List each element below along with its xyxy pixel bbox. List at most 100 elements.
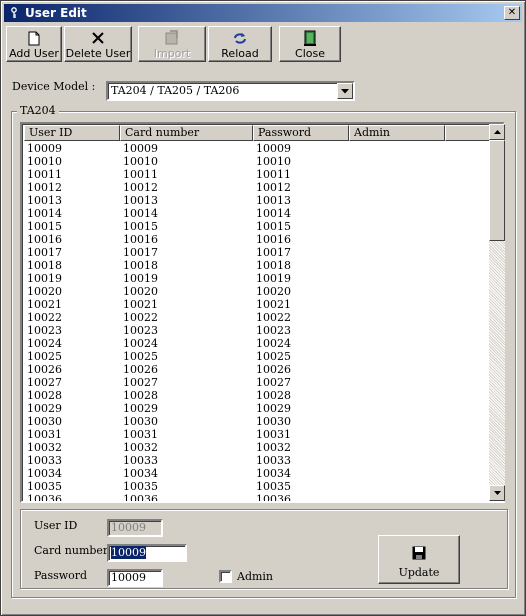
table-row[interactable]: 10031 10031 10031 [24, 428, 489, 441]
update-button[interactable]: Update [378, 535, 460, 584]
table-row[interactable]: 10014 10014 10014 [24, 207, 489, 220]
table-row[interactable]: 10022 10022 10022 [24, 311, 489, 324]
password-field[interactable]: 10009 [107, 569, 163, 587]
table-row[interactable]: 10018 10018 10018 [24, 259, 489, 272]
table-row[interactable]: 10011 10011 10011 [24, 168, 489, 181]
table-row[interactable]: 10032 10032 10032 [24, 441, 489, 454]
table-cell: 10036 [123, 493, 158, 502]
table-cell: 10022 [27, 311, 62, 324]
table-cell [349, 428, 445, 441]
table-row[interactable]: 10010 10010 10010 [24, 155, 489, 168]
app-key-icon [6, 5, 22, 21]
table-row[interactable]: 10029 10029 10029 [24, 402, 489, 415]
table-cell: 10027 [123, 376, 158, 389]
table-row[interactable]: 10030 10030 10030 [24, 415, 489, 428]
password-value: 10009 [111, 571, 146, 584]
table-row[interactable]: 10015 10015 10015 [24, 220, 489, 233]
table-cell [349, 493, 445, 501]
table-cell [349, 376, 445, 389]
table-cell: 10029 [123, 402, 158, 415]
delete-user-button[interactable]: Delete User [64, 26, 132, 62]
vertical-scrollbar[interactable] [489, 124, 505, 501]
table-cell: 10035 [123, 480, 158, 493]
table-cell: 10032 [256, 441, 291, 454]
table-cell [349, 337, 445, 350]
col-admin[interactable]: Admin [349, 125, 445, 141]
scroll-up-button[interactable] [489, 124, 505, 140]
table-cell [349, 467, 445, 480]
table-row[interactable]: 10009 10009 10009 [24, 142, 489, 155]
table-cell: 10018 [123, 259, 158, 272]
admin-checkbox-label[interactable]: Admin [237, 570, 273, 583]
table-cell [349, 207, 445, 220]
table-cell [349, 311, 445, 324]
table-row[interactable]: 10034 10034 10034 [24, 467, 489, 480]
table-row[interactable]: 10035 10035 10035 [24, 480, 489, 493]
table-cell: 10013 [256, 194, 291, 207]
close-label: Close [295, 47, 325, 60]
table-cell: 10025 [27, 350, 62, 363]
table-cell [349, 194, 445, 207]
table-row[interactable]: 10023 10023 10023 [24, 324, 489, 337]
table-row[interactable]: 10028 10028 10028 [24, 389, 489, 402]
import-icon [164, 29, 180, 47]
reload-button[interactable]: Reload [208, 26, 272, 62]
table-cell [349, 168, 445, 181]
table-row[interactable]: 10033 10033 10033 [24, 454, 489, 467]
table-cell: 10014 [27, 207, 62, 220]
table-cell: 10033 [27, 454, 62, 467]
add-user-button[interactable]: Add User [6, 26, 62, 62]
col-user-id[interactable]: User ID [24, 125, 120, 141]
table-row[interactable]: 10025 10025 10025 [24, 350, 489, 363]
reload-icon [232, 29, 248, 47]
table-cell: 10026 [123, 363, 158, 376]
table-cell [349, 285, 445, 298]
window-close-button[interactable]: ✕ [504, 6, 520, 20]
list-body: 10009 10009 10009 10010 10010 10010 10011 10011… [24, 142, 489, 502]
table-row[interactable]: 10013 10013 10013 [24, 194, 489, 207]
table-row[interactable]: 10019 10019 10019 [24, 272, 489, 285]
table-cell: 10025 [256, 350, 291, 363]
table-row[interactable]: 10021 10021 10021 [24, 298, 489, 311]
table-row[interactable]: 10036 10036 10036 [24, 493, 489, 502]
table-cell [349, 324, 445, 337]
table-cell: 10013 [27, 194, 62, 207]
table-cell: 10036 [27, 493, 62, 502]
table-row[interactable]: 10012 10012 10012 [24, 181, 489, 194]
table-cell: 10033 [256, 454, 291, 467]
table-row[interactable]: 10020 10020 10020 [24, 285, 489, 298]
card-number-label: Card number [34, 544, 109, 557]
group-title: TA204 [17, 104, 59, 117]
title-bar[interactable]: User Edit ✕ [4, 4, 522, 22]
table-cell: 10030 [123, 415, 158, 428]
card-number-value: 10009 [111, 546, 146, 559]
dropdown-arrow-button[interactable] [337, 83, 353, 99]
table-cell [349, 220, 445, 233]
col-card-number[interactable]: Card number [120, 125, 253, 141]
table-row[interactable]: 10017 10017 10017 [24, 246, 489, 259]
table-row[interactable]: 10016 10016 10016 [24, 233, 489, 246]
admin-checkbox[interactable] [219, 570, 232, 583]
scroll-down-button[interactable] [489, 485, 505, 501]
window-title: User Edit [25, 6, 87, 20]
table-cell: 10028 [27, 389, 62, 402]
table-cell: 10016 [123, 233, 158, 246]
user-list[interactable]: User ID Card number Password Admin 10009… [20, 122, 505, 503]
user-id-label: User ID [34, 519, 78, 532]
user-edit-window: User Edit ✕ Add User Delete User Import [0, 0, 526, 616]
device-model-select[interactable]: TA204 / TA205 / TA206 [106, 81, 355, 101]
import-label: Import [153, 47, 191, 60]
table-cell: 10029 [27, 402, 62, 415]
table-cell: 10011 [123, 168, 158, 181]
close-button[interactable]: Close [279, 26, 341, 62]
table-cell: 10017 [256, 246, 291, 259]
table-row[interactable]: 10024 10024 10024 [24, 337, 489, 350]
scroll-thumb[interactable] [489, 140, 505, 241]
table-cell: 10026 [27, 363, 62, 376]
table-row[interactable]: 10027 10027 10027 [24, 376, 489, 389]
import-button[interactable]: Import [138, 26, 206, 62]
table-cell: 10035 [256, 480, 291, 493]
col-password[interactable]: Password [253, 125, 349, 141]
table-row[interactable]: 10026 10026 10026 [24, 363, 489, 376]
card-number-field[interactable]: 10009 [107, 544, 187, 562]
